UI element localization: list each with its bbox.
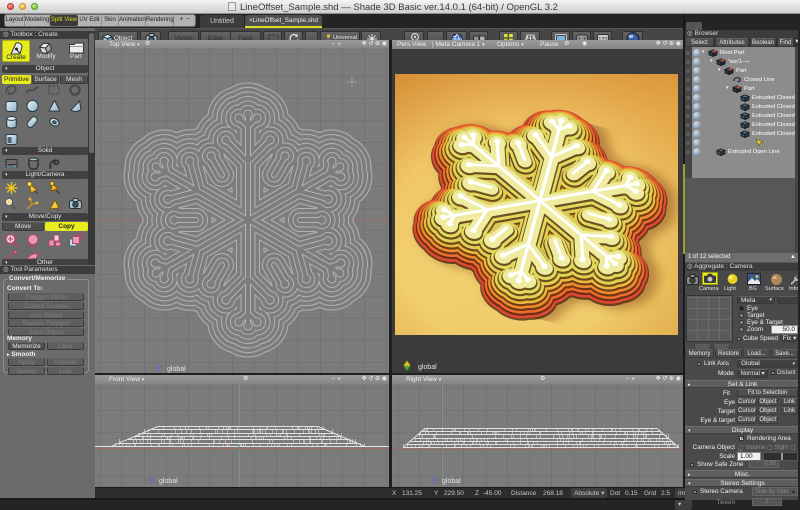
svg-text:global: global <box>167 366 186 373</box>
svg-text:global: global <box>159 478 178 485</box>
svg-text:global: global <box>442 478 461 485</box>
